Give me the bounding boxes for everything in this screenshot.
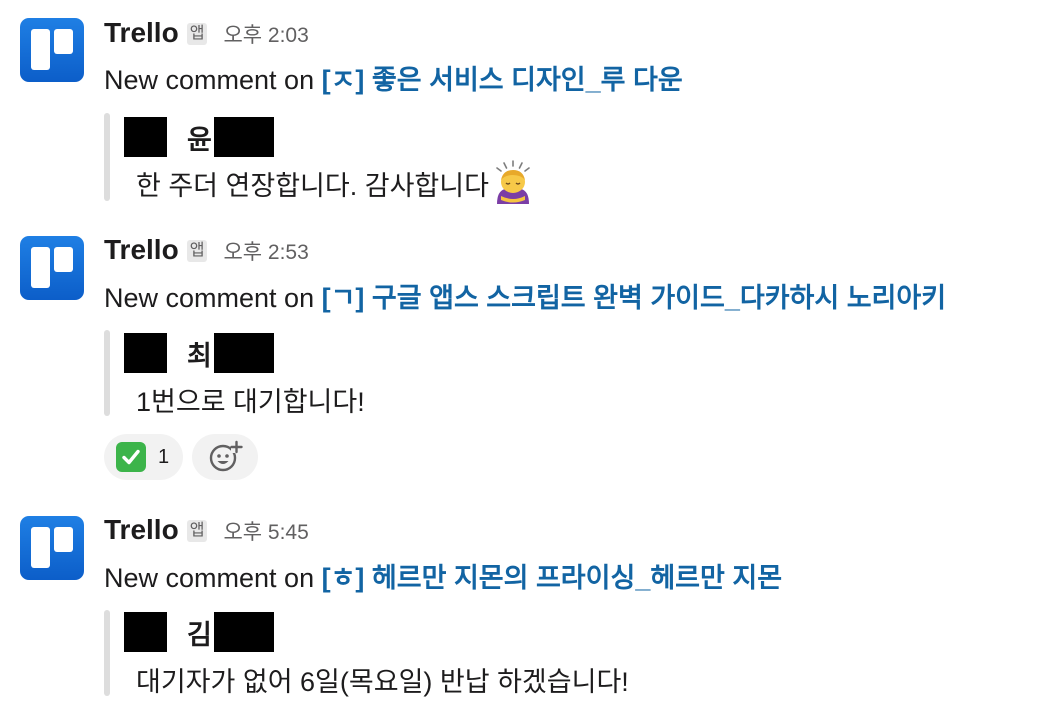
- comment-prefix: New comment on: [104, 283, 322, 313]
- sender-name[interactable]: Trello: [104, 234, 179, 266]
- timestamp[interactable]: 오후 2:53: [223, 236, 308, 266]
- app-badge: 앱: [186, 520, 208, 542]
- white-check-mark-emoji: [116, 442, 146, 472]
- message-line: New comment on [ㄱ] 구글 앱스 스크립트 완벽 가이드_다카하…: [104, 276, 946, 315]
- message-line: New comment on [ㅎ] 헤르만 지몬의 프라이싱_헤르만 지몬: [104, 556, 782, 595]
- add-reaction-icon: [209, 440, 244, 472]
- card-link[interactable]: [ㅎ] 헤르만 지몬의 프라이싱_헤르만 지몬: [322, 563, 782, 593]
- reaction-check[interactable]: 1: [104, 434, 184, 480]
- comment-body: 대기자가 없어 6일(목요일) 반납 하겠습니다!: [136, 660, 629, 699]
- message-header: Trello 앱 오후 5:45: [104, 514, 309, 546]
- app-badge: 앱: [186, 240, 208, 262]
- redaction-block: [124, 117, 167, 157]
- quote-bar: [104, 610, 110, 696]
- comment-prefix: New comment on: [104, 65, 322, 95]
- comment-text: 1번으로 대기합니다!: [136, 387, 365, 417]
- message-header: Trello 앱 오후 2:03: [104, 17, 309, 49]
- comment-text: 대기자가 없어 6일(목요일) 반납 하겠습니다!: [136, 667, 629, 697]
- trello-avatar-icon[interactable]: [20, 236, 84, 300]
- comment-author: 최: [124, 333, 274, 373]
- redaction-block: [213, 612, 274, 652]
- comment-author: 윤: [124, 117, 274, 157]
- quote-bar: [104, 330, 110, 416]
- card-link[interactable]: [ㄱ] 구글 앱스 스크립트 완벽 가이드_다카하시 노리아키: [322, 283, 947, 313]
- add-reaction-button[interactable]: [192, 434, 259, 480]
- redaction-block: [124, 612, 167, 652]
- message-header: Trello 앱 오후 2:53: [104, 234, 309, 266]
- comment-author: 김: [124, 612, 274, 652]
- sender-name[interactable]: Trello: [104, 17, 179, 49]
- author-name: 윤: [187, 124, 212, 155]
- card-link[interactable]: [ㅈ] 좋은 서비스 디자인_루 다운: [322, 65, 683, 95]
- person-bowing-emoji: [496, 160, 530, 204]
- trello-avatar-icon[interactable]: [20, 516, 84, 580]
- app-badge: 앱: [186, 23, 208, 45]
- message-line: New comment on [ㅈ] 좋은 서비스 디자인_루 다운: [104, 58, 683, 97]
- trello-avatar-icon[interactable]: [20, 18, 84, 82]
- timestamp[interactable]: 오후 2:03: [223, 19, 308, 49]
- reaction-count: 1: [158, 445, 170, 468]
- comment-text: 한 주더 연장합니다. 감사합니다: [136, 171, 489, 201]
- sender-name[interactable]: Trello: [104, 514, 179, 546]
- author-name: 최: [187, 340, 212, 371]
- comment-body: 1번으로 대기합니다!: [136, 380, 365, 419]
- author-name: 김: [187, 619, 212, 650]
- timestamp[interactable]: 오후 5:45: [223, 516, 308, 546]
- quote-bar: [104, 113, 110, 201]
- comment-body: 한 주더 연장합니다. 감사합니다: [136, 160, 535, 210]
- redaction-block: [213, 333, 274, 373]
- redaction-block: [124, 333, 167, 373]
- comment-prefix: New comment on: [104, 563, 322, 593]
- redaction-block: [213, 117, 274, 157]
- reactions-bar: 1: [104, 434, 259, 480]
